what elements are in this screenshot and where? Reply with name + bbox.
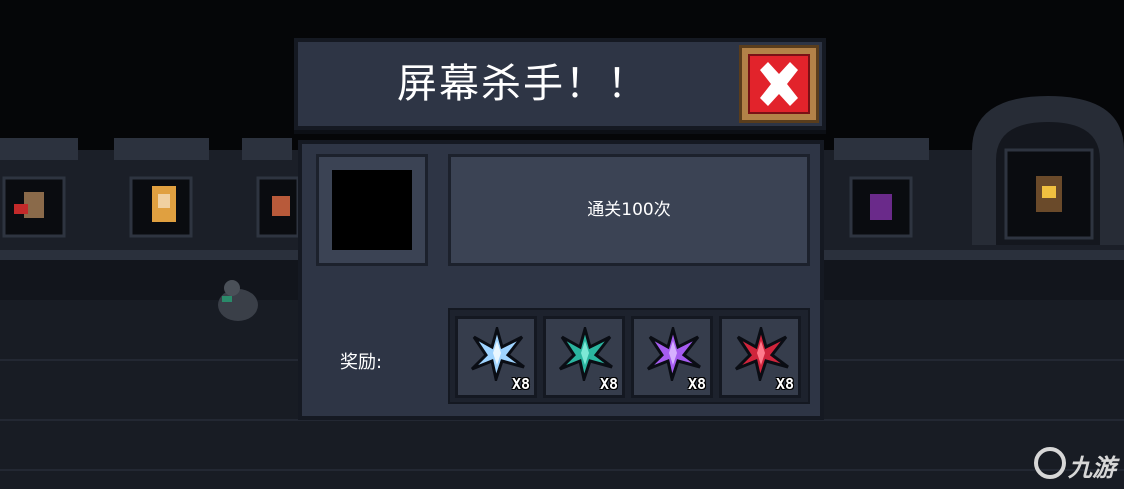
achievement-description-box: 通关100次 [448, 154, 810, 266]
reward-quantity: X8 [599, 375, 618, 393]
character-portrait-3 [256, 176, 300, 238]
achievement-panel: 通关100次 奖励: X8 X8 X8 X8 [298, 140, 824, 420]
blue-crystal-icon [470, 327, 525, 381]
purple-crystal-icon [646, 327, 701, 381]
close-button[interactable] [739, 45, 819, 123]
watermark-text: 九游 [1068, 454, 1116, 482]
achievement-title-bar: 屏幕杀手！！ [294, 38, 826, 130]
reward-list: X8 X8 X8 X8 [448, 308, 810, 404]
reward-quantity: X8 [511, 375, 530, 393]
achievement-icon [332, 170, 412, 250]
character-portrait-1 [2, 176, 66, 238]
reward-slot-purple[interactable]: X8 [631, 316, 713, 398]
reward-label: 奖励: [340, 352, 383, 373]
reward-quantity: X8 [687, 375, 706, 393]
achievement-icon-frame [316, 154, 428, 266]
reward-quantity: X8 [775, 375, 794, 393]
close-x-icon [748, 54, 810, 114]
character-portrait-2 [129, 176, 193, 238]
reward-slot-blue[interactable]: X8 [455, 316, 537, 398]
reward-slot-red[interactable]: X8 [719, 316, 801, 398]
red-crystal-icon [734, 327, 789, 381]
teal-crystal-icon [558, 327, 613, 381]
reward-slot-teal[interactable]: X8 [543, 316, 625, 398]
stone-arch [972, 96, 1124, 245]
achievement-description: 通关100次 [587, 200, 671, 220]
achievement-title: 屏幕杀手！！ [397, 61, 649, 107]
character-portrait-4 [849, 176, 913, 238]
